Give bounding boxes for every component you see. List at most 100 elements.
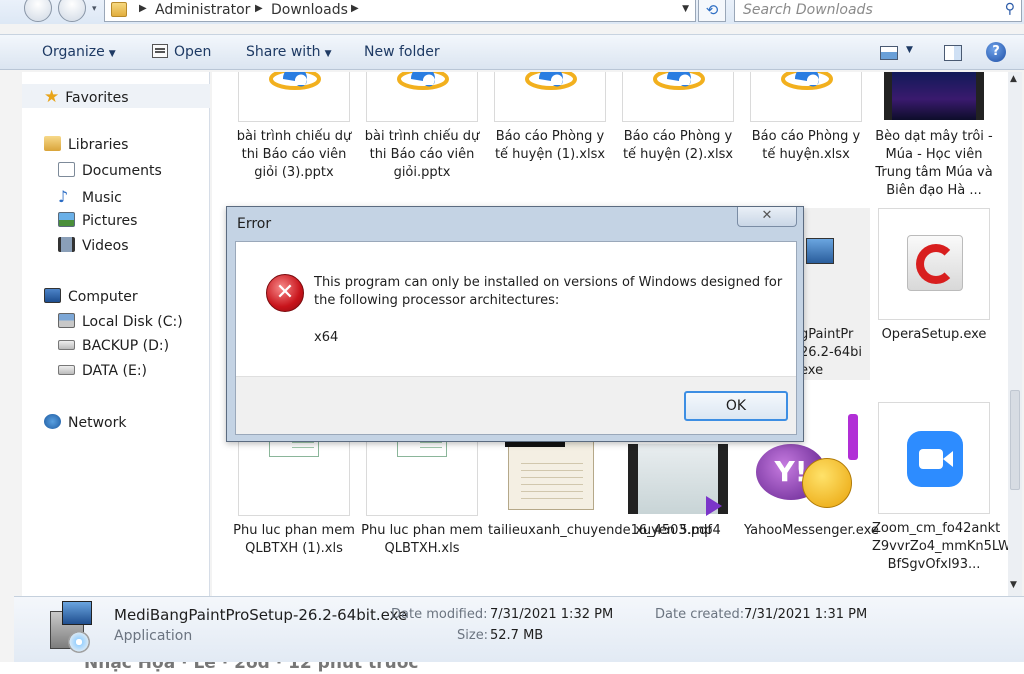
details-file-name: MediBangPaintProSetup-26.2-64bit.exe (114, 606, 408, 624)
nav-pictures[interactable]: Pictures (58, 212, 137, 229)
nav-videos[interactable]: Videos (58, 237, 129, 254)
nav-data-drive[interactable]: DATA (E:) (58, 363, 147, 379)
nav-libraries[interactable]: Libraries (44, 136, 128, 153)
nav-local-disk[interactable]: Local Disk (C:) (58, 313, 183, 330)
dialog-body: ✕ This program can only be installed on … (235, 241, 797, 435)
help-icon[interactable]: ? (986, 42, 1006, 62)
view-dropdown-icon[interactable]: ▼ (906, 45, 913, 55)
pictures-icon (58, 212, 75, 227)
navigation-pane: ★ Favorites Libraries Documents ♪ Music Pi… (22, 72, 210, 596)
change-view-icon[interactable] (880, 46, 898, 60)
file-name: Báo cáo Phòng y tế huyện (2).xlsx (622, 129, 734, 162)
video-icon (628, 444, 728, 516)
nav-music[interactable]: ♪ Music (58, 187, 122, 206)
nav-pictures-label: Pictures (82, 213, 138, 229)
file-thumbnail (622, 72, 734, 122)
command-bar: Organize ▼ Open Share with ▼ New folder ▼ … (0, 34, 1024, 70)
drive-icon (58, 340, 75, 350)
file-item[interactable]: Báo cáo Phòng y tế huyện (1).xlsx (488, 72, 612, 164)
breadcrumb-separator-icon[interactable]: ▶ (255, 3, 263, 14)
file-name: Bèo dạt mây trôi - Múa - Học viên Trung … (875, 129, 993, 198)
file-name: xuyen 5.mp4 (635, 523, 721, 538)
file-item-selected[interactable]: gPaintPr 26.2-64bi exe (800, 208, 870, 380)
nav-computer[interactable]: Computer (44, 288, 138, 305)
date-created-label: Date created: (655, 607, 745, 622)
file-thumbnail (878, 402, 990, 514)
date-modified-value: 7/31/2021 1:32 PM (490, 607, 614, 622)
file-thumbnail (366, 72, 478, 122)
network-icon (44, 414, 61, 429)
dialog-content: ✕ This program can only be installed on … (236, 242, 796, 376)
architecture-value: x64 (314, 330, 339, 345)
preview-pane-icon[interactable] (944, 45, 962, 61)
new-folder-button[interactable]: New folder (364, 44, 440, 60)
open-button[interactable]: Open (152, 44, 211, 60)
breadcrumb-separator-icon[interactable]: ▶ (351, 3, 359, 14)
nav-videos-label: Videos (82, 238, 129, 254)
file-name: gPaintPr 26.2-64bi exe (800, 327, 863, 378)
camera-lens-icon (943, 451, 953, 467)
share-with-button[interactable]: Share with ▼ (246, 44, 331, 60)
ie-icon (269, 72, 321, 90)
back-button[interactable] (24, 0, 52, 22)
search-icon[interactable]: ⚲ (1005, 1, 1015, 17)
file-item[interactable]: Bèo dạt mây trôi - Múa - Học viên Trung … (872, 72, 996, 200)
zoom-icon (907, 431, 963, 487)
date-modified-label: Date modified: (391, 607, 488, 622)
details-pane: MediBangPaintProSetup-26.2-64bit.exe App… (14, 596, 1024, 662)
file-item[interactable]: Báo cáo Phòng y tế huyện.xlsx (744, 72, 868, 164)
scrollbar-thumb[interactable] (1010, 390, 1020, 490)
breadcrumb-downloads[interactable]: Downloads (271, 2, 348, 18)
organize-button[interactable]: Organize ▼ (42, 44, 116, 60)
chevron-down-icon: ▼ (324, 49, 332, 59)
recent-pages-dropdown[interactable]: ▾ (92, 4, 97, 14)
file-item[interactable]: OperaSetup.exe (872, 208, 996, 344)
opera-icon (907, 235, 963, 291)
nav-documents[interactable]: Documents (58, 162, 162, 179)
video-thumbnail-icon (884, 72, 984, 120)
setup-icon (806, 238, 834, 264)
play-badge-icon (706, 496, 722, 516)
nav-network-label: Network (68, 415, 127, 431)
file-name: Báo cáo Phòng y tế huyện (1).xlsx (494, 129, 606, 162)
date-created-value: 7/31/2021 1:31 PM (744, 607, 868, 622)
size-label: Size: (457, 628, 489, 643)
close-button[interactable]: ✕ (737, 207, 797, 227)
search-input[interactable]: Search Downloads ⚲ (734, 0, 1022, 22)
nav-backup-drive[interactable]: BACKUP (D:) (58, 338, 169, 354)
ie-icon (525, 72, 577, 90)
nav-favorites-label: Favorites (65, 90, 129, 106)
scroll-down-icon[interactable]: ▼ (1010, 580, 1017, 590)
videos-icon (58, 237, 75, 252)
size-value: 52.7 MB (490, 628, 544, 643)
ie-icon (781, 72, 833, 90)
file-item[interactable]: bài trình chiếu dự thi Báo cáo viên giỏi… (360, 72, 484, 182)
ie-icon (653, 72, 705, 90)
breadcrumb-separator-icon[interactable]: ▶ (139, 3, 147, 14)
breadcrumb-administrator[interactable]: Administrator (155, 2, 250, 18)
close-icon: ✕ (761, 208, 773, 223)
ie-icon (397, 72, 449, 90)
installer-screen-icon (62, 601, 92, 625)
error-message: This program can only be installed on ve… (314, 275, 783, 308)
address-bar[interactable]: ▶ Administrator ▶ Downloads ▶ ▼ (104, 0, 696, 22)
vertical-scrollbar[interactable]: ▲ ▼ (1008, 72, 1022, 596)
background-window-strip: Nhạc Họa · Lê · 2od · 12 phút trước (0, 662, 1024, 674)
background-text: Nhạc Họa · Lê · 2od · 12 phút trước (84, 662, 419, 673)
file-item[interactable]: bài trình chiếu dự thi Báo cáo viên giỏi… (232, 72, 356, 182)
refresh-button[interactable]: ⟲ (698, 0, 726, 22)
nav-data-label: DATA (E:) (82, 363, 148, 379)
ok-button[interactable]: OK (684, 391, 788, 421)
file-thumbnail (494, 72, 606, 122)
address-dropdown-icon[interactable]: ▼ (682, 4, 689, 14)
file-name: Zoom_cm_fo42ankt Z9vvrZo4_mmKn5LWjAEQZz4… (872, 521, 1008, 572)
nav-favorites[interactable]: ★ Favorites (22, 84, 210, 108)
file-item[interactable]: Zoom_cm_fo42ankt Z9vvrZo4_mmKn5LWjAEQZz4… (872, 402, 1008, 574)
star-icon: ★ (44, 87, 60, 107)
file-item[interactable]: Báo cáo Phòng y tế huyện (2).xlsx (616, 72, 740, 164)
forward-button[interactable] (58, 0, 86, 22)
drive-icon (58, 365, 75, 375)
nav-network[interactable]: Network (44, 414, 126, 431)
file-name: OperaSetup.exe (881, 327, 987, 342)
scroll-up-icon[interactable]: ▲ (1010, 74, 1017, 84)
